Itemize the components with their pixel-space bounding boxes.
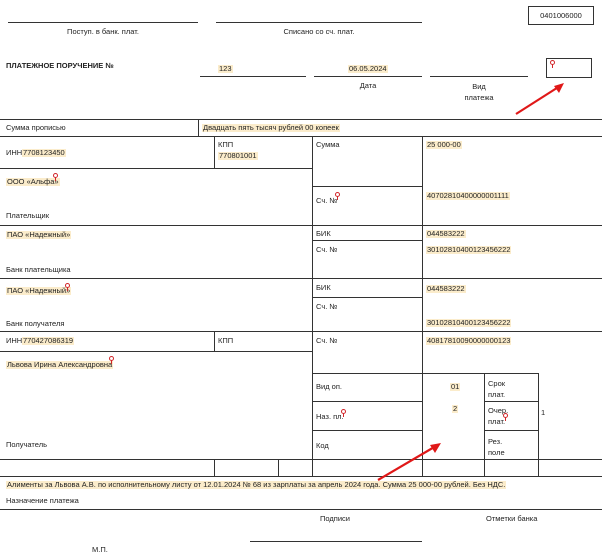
order-pin-icon — [503, 413, 508, 421]
amount-words-label: Сумма прописью — [6, 123, 66, 132]
bank-marks-label: Отметки банка — [486, 514, 538, 523]
payee-account-label: Сч. № — [316, 336, 338, 345]
grid-sum-line — [312, 186, 422, 187]
payment-date: 06.05.2024 — [348, 64, 388, 73]
payer-bik: 044583222 — [426, 229, 466, 238]
grid-line-6 — [0, 476, 602, 477]
payer-name-pin-icon — [53, 173, 58, 181]
payee-inn: 770427086319 — [22, 336, 75, 345]
grid-line-5 — [0, 459, 602, 460]
payer-name: ООО «Альфа» — [6, 177, 60, 186]
sum-value: 25 000-00 — [426, 140, 462, 149]
stamp-label: М.П. — [92, 545, 108, 554]
payer-role-label: Плательщик — [6, 211, 49, 220]
payer-bank-name: ПАО «Надежный» — [6, 230, 72, 239]
payee-corr-account: 30102810400123456222 — [426, 318, 512, 327]
payer-corr-account: 30102810400123456222 — [426, 245, 512, 254]
date-label: Дата — [359, 81, 377, 90]
payee-bik: 044583222 — [426, 284, 466, 293]
sum-label: Сумма — [316, 140, 340, 149]
grid-bik-line — [312, 240, 422, 241]
payee-bik-label: БИК — [316, 283, 331, 292]
term-label: Срок плат. — [488, 379, 506, 400]
debited-label: Списано со сч. плат. — [283, 27, 355, 36]
order-value: 1 — [541, 408, 546, 417]
date-line — [314, 76, 422, 77]
page-title: ПЛАТЕЖНОЕ ПОРУЧЕНИЕ № — [6, 61, 114, 70]
grid-inn-line — [0, 168, 312, 169]
grid-v-mid — [422, 136, 423, 476]
payer-account-pin-icon — [335, 192, 340, 200]
words-top-line — [0, 119, 602, 120]
grid-line-1 — [0, 136, 602, 137]
payee-name: Львова Ирина Александровна — [6, 360, 114, 369]
received-line — [8, 22, 198, 23]
grid-v-b3 — [484, 459, 485, 476]
payee-name-pin-icon — [109, 356, 114, 364]
grid-v-b2 — [278, 459, 279, 476]
purpose-code-pin-icon — [341, 409, 346, 417]
number-line — [200, 76, 306, 77]
purpose-bottom-line — [0, 509, 602, 510]
grid-bik2-line — [312, 297, 422, 298]
arrow-to-codes-icon — [377, 443, 441, 481]
code-label: Код — [316, 441, 329, 450]
payee-role-label: Получатель — [6, 440, 47, 449]
payer-bik-label: БИК — [316, 229, 331, 238]
signature-line — [250, 541, 422, 542]
words-divider — [198, 119, 199, 136]
payer-corr-label: Сч. № — [316, 245, 338, 254]
grid-v-r1 — [484, 373, 485, 459]
grid-v-b1 — [214, 459, 215, 476]
grid-code-line — [312, 430, 422, 431]
grid-v-r2 — [538, 373, 539, 459]
grid-purpose-line — [312, 401, 422, 402]
payee-bank-label: Банк получателя — [6, 319, 65, 328]
amount-words: Двадцать пять тысяч рублей 00 копеек — [202, 123, 340, 132]
status-pin-icon — [550, 60, 555, 68]
payee-inn-label: ИНН — [6, 336, 23, 345]
payer-inn: 7708123450 — [22, 148, 66, 157]
payer-inn-label: ИНН — [6, 148, 23, 157]
received-label: Поступ. в банк. плат. — [67, 27, 139, 36]
reserve-label: Рез. поле — [488, 437, 505, 458]
grid-codes-line — [312, 373, 538, 374]
payer-kpp-label: КПП — [218, 140, 234, 149]
grid-line-3 — [0, 278, 602, 279]
payee-account: 40817810090000000123 — [426, 336, 512, 345]
payer-kpp: 770801001 — [218, 151, 258, 160]
grid-term-line — [484, 401, 538, 402]
grid-line-4 — [0, 331, 602, 332]
purpose-label: Назначение платежа — [6, 496, 79, 505]
debited-line — [216, 22, 422, 23]
payee-kpp-label: КПП — [218, 336, 234, 345]
form-code: 0401006000 — [540, 11, 582, 20]
priority: 2 — [452, 404, 459, 413]
grid-v-kpp — [214, 136, 215, 168]
payer-account: 40702810400000001111 — [426, 191, 510, 200]
payee-bank-name: ПАО «Надежный» — [6, 286, 72, 295]
payer-account-label: Сч. № — [316, 196, 338, 205]
payee-bank-pin-icon — [65, 283, 70, 291]
grid-order-line — [484, 430, 538, 431]
payee-corr-label: Сч. № — [316, 302, 338, 311]
grid-v-b4 — [538, 459, 539, 476]
purpose-code-label: Наз. пл. — [316, 412, 344, 421]
arrow-to-status-icon — [515, 83, 564, 115]
op-type: 01 — [450, 382, 461, 391]
payment-type-line — [430, 76, 528, 77]
op-type-label: Вид оп. — [316, 382, 342, 391]
purpose-text: Алименты за Львова А.В. по исполнительно… — [6, 480, 507, 489]
grid-v-left — [312, 136, 313, 476]
payment-number: 123 — [218, 64, 233, 73]
signatures-label: Подписи — [320, 514, 350, 523]
grid-line-2 — [0, 225, 602, 226]
grid-v-kpp2 — [214, 331, 215, 351]
payer-bank-label: Банк плательщика — [6, 265, 71, 274]
grid-inn2-line — [0, 351, 312, 352]
